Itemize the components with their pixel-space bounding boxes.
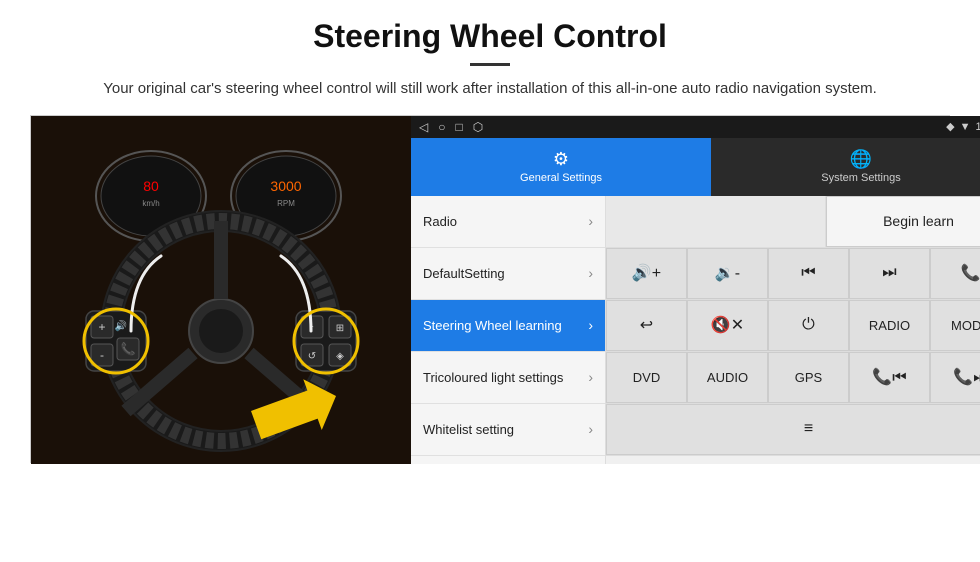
android-panel: ◁ ○ □ ⬡ ◆ ▼ 13:13 ⚙ General Settings (411, 116, 980, 464)
svg-text:km/h: km/h (142, 199, 159, 208)
tab-system-label: System Settings (821, 172, 900, 184)
title-divider (470, 63, 510, 66)
location-icon: ◆ (946, 120, 954, 133)
controls-top-row: Begin learn (606, 196, 980, 248)
menu-tricoloured-label: Tricoloured light settings (423, 370, 588, 385)
prev-track-button[interactable]: ⏮ (768, 248, 849, 299)
tab-general-label: General Settings (520, 172, 602, 184)
svg-text:⊞: ⊞ (336, 323, 344, 334)
menu-radio-label: Radio (423, 214, 588, 229)
hang-up-button[interactable]: ↩ (606, 300, 687, 351)
svg-text:+: + (98, 320, 105, 334)
defaultsetting-chevron-icon: › (588, 265, 593, 281)
steering-bg: 80 km/h 3000 RPM (31, 116, 411, 464)
vol-up-button[interactable]: 🔊+ (606, 248, 687, 299)
page-wrapper: Steering Wheel Control Your original car… (0, 0, 980, 473)
whitelist-chevron-icon: › (588, 421, 593, 437)
tab-general-settings[interactable]: ⚙ General Settings (411, 138, 711, 196)
subtitle: Your original car's steering wheel contr… (90, 78, 890, 101)
status-time: 13:13 (975, 121, 980, 133)
controls-row-1: 🔊+ 🔉- ⏮ ⏭ 📞 (606, 248, 980, 300)
list-icon-button[interactable]: ≡ (606, 404, 980, 455)
menu-item-whitelist[interactable]: Whitelist setting › (411, 404, 605, 456)
svg-text:📞: 📞 (121, 341, 136, 356)
controls-row-4: ≡ (606, 404, 980, 456)
left-menu: Radio › DefaultSetting › Steering Wheel … (411, 196, 606, 464)
recent-icon: □ (455, 120, 462, 134)
controls-row-2: ↩ 🔇✕ ⏻ RADIO MODE (606, 300, 980, 352)
svg-text:3000: 3000 (270, 178, 301, 194)
radio-button[interactable]: RADIO (849, 300, 930, 351)
phone-answer-button[interactable]: 📞 (930, 248, 980, 299)
steering-wheel-svg: 80 km/h 3000 RPM (31, 116, 411, 464)
status-bar: ◁ ○ □ ⬡ ◆ ▼ 13:13 (411, 116, 980, 138)
radio-chevron-icon: › (588, 213, 593, 229)
power-button[interactable]: ⏻ (768, 300, 849, 351)
svg-text:◈: ◈ (336, 351, 344, 362)
svg-text:-: - (100, 348, 104, 362)
dvd-button[interactable]: DVD (606, 352, 687, 403)
empty-input-box (606, 196, 826, 247)
tab-system-settings[interactable]: 🌐 System Settings (711, 138, 980, 196)
phone-next-button[interactable]: 📞⏭ (930, 352, 980, 403)
mute-button[interactable]: 🔇✕ (687, 300, 768, 351)
audio-button[interactable]: AUDIO (687, 352, 768, 403)
main-content: Radio › DefaultSetting › Steering Wheel … (411, 196, 980, 464)
right-controls: Begin learn 🔊+ 🔉- ⏮ ⏭ 📞 ↩ 🔇✕ ⏻ (606, 196, 980, 464)
steering-wheel-image: 80 km/h 3000 RPM (31, 116, 411, 464)
vol-down-button[interactable]: 🔉- (687, 248, 768, 299)
svg-text:RPM: RPM (277, 199, 295, 208)
content-area: 80 km/h 3000 RPM (30, 115, 950, 463)
menu-item-radio[interactable]: Radio › (411, 196, 605, 248)
menu-item-defaultsetting[interactable]: DefaultSetting › (411, 248, 605, 300)
general-settings-icon: ⚙ (553, 149, 569, 170)
menu-whitelist-label: Whitelist setting (423, 422, 588, 437)
gps-button[interactable]: GPS (768, 352, 849, 403)
menu-item-tricoloured[interactable]: Tricoloured light settings › (411, 352, 605, 404)
phone-prev-button[interactable]: 📞⏮ (849, 352, 930, 403)
page-title: Steering Wheel Control (30, 18, 950, 55)
system-settings-icon: 🌐 (850, 149, 872, 170)
menu-defaultsetting-label: DefaultSetting (423, 266, 588, 281)
menu-item-steering[interactable]: Steering Wheel learning › (411, 300, 605, 352)
home-icon: ○ (438, 120, 445, 134)
steering-chevron-icon: › (588, 317, 593, 333)
back-icon: ◁ (419, 120, 428, 134)
status-icons-right: ◆ ▼ 13:13 (946, 120, 980, 133)
tricoloured-chevron-icon: › (588, 369, 593, 385)
svg-text:↺: ↺ (308, 351, 316, 362)
next-track-button[interactable]: ⏭ (849, 248, 930, 299)
controls-row-3: DVD AUDIO GPS 📞⏮ 📞⏭ (606, 352, 980, 404)
mode-button[interactable]: MODE (930, 300, 980, 351)
svg-text:80: 80 (143, 178, 159, 194)
app-icon: ⬡ (473, 120, 483, 134)
svg-text:🔊: 🔊 (115, 319, 127, 332)
title-section: Steering Wheel Control Your original car… (30, 18, 950, 101)
menu-steering-label: Steering Wheel learning (423, 318, 588, 333)
begin-learn-button[interactable]: Begin learn (826, 196, 980, 247)
settings-tabs: ⚙ General Settings 🌐 System Settings (411, 138, 980, 196)
signal-icon: ▼ (960, 121, 971, 133)
status-icons-left: ◁ ○ □ ⬡ (419, 120, 483, 134)
